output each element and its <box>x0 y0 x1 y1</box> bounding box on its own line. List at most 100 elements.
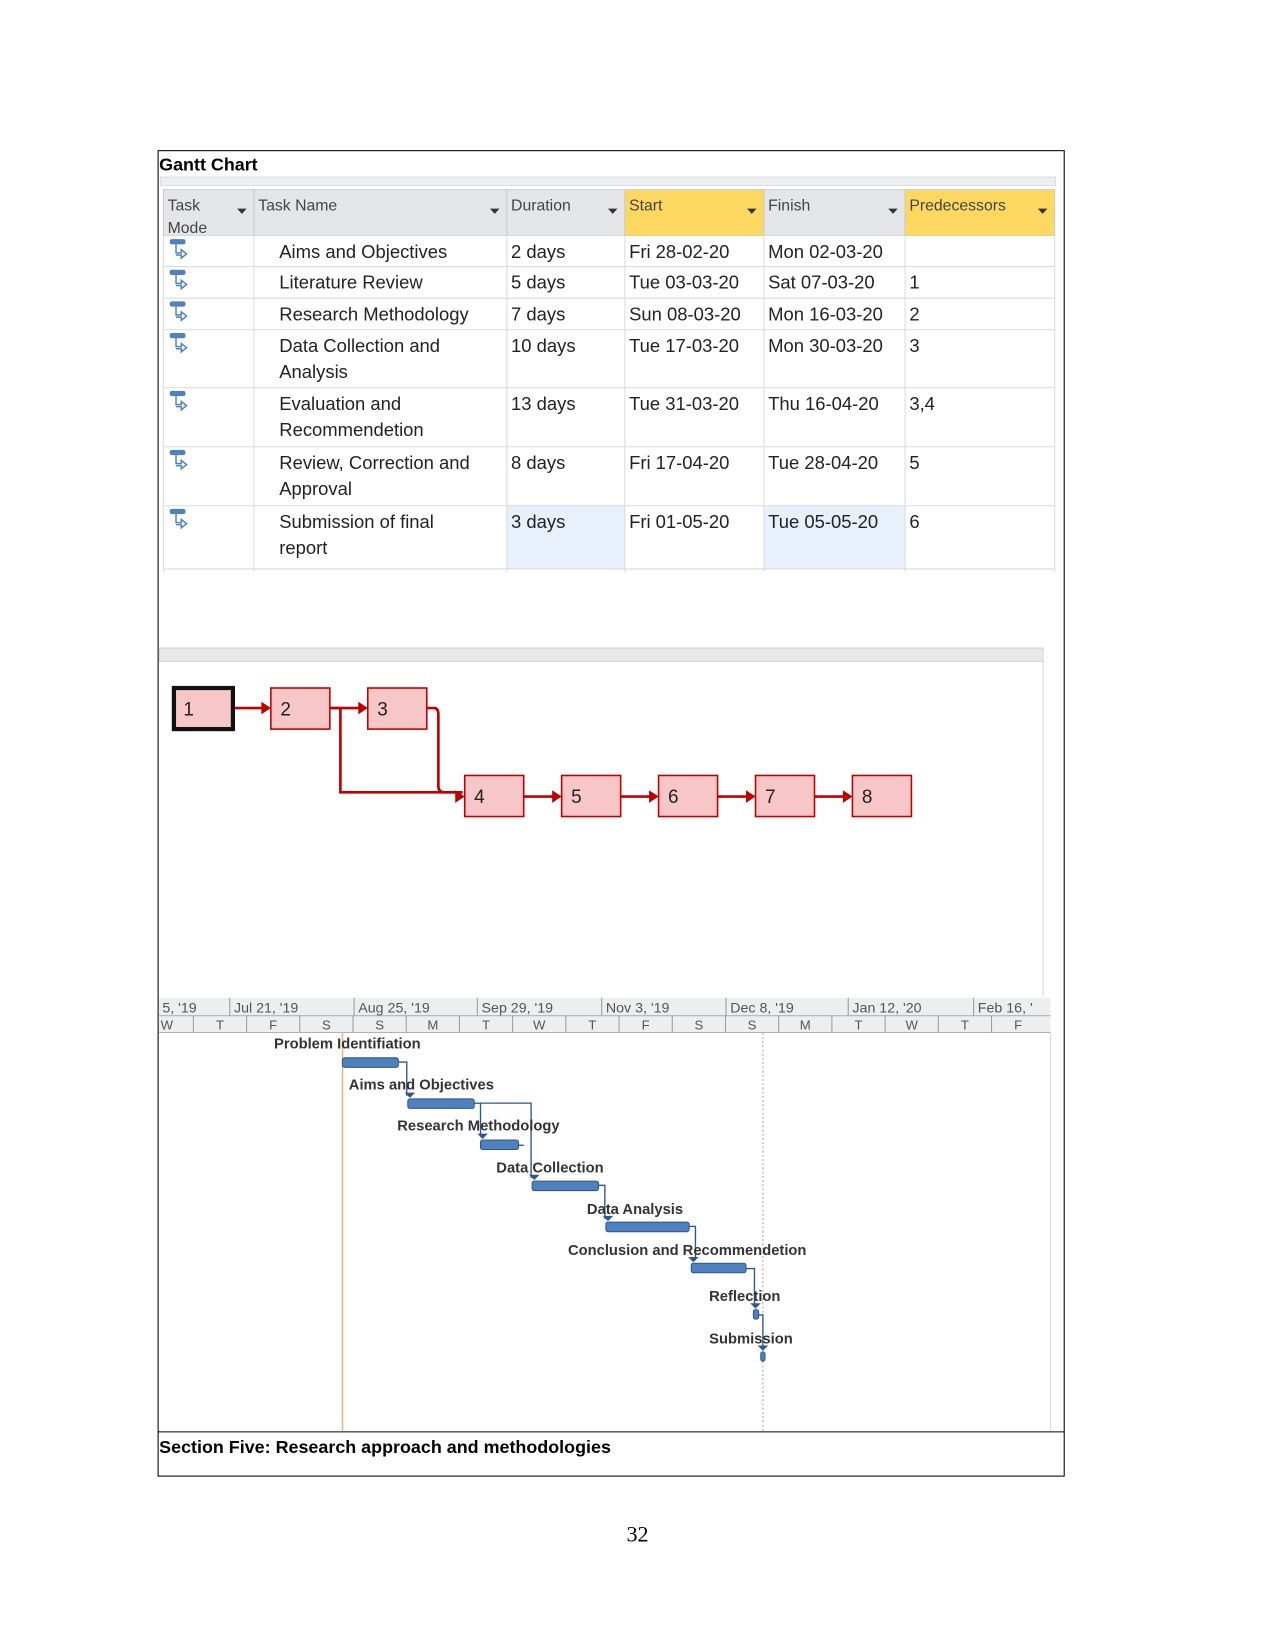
task-table: Task Mode Task Name Duration Start Finish Pred… <box>162 189 1056 573</box>
predecessors-cell: 3 <box>909 335 919 356</box>
timescale-minor-label: T <box>588 1017 596 1032</box>
network-node-label: 4 <box>474 787 485 808</box>
duration-cell: 5 days <box>511 272 565 293</box>
timescale-minor-label: T <box>216 1017 224 1032</box>
toolbar-strip <box>159 176 1057 186</box>
page-number: 32 <box>626 1521 648 1546</box>
column-header-label: Task Name <box>258 198 337 215</box>
start-cell: Fri 01-05-20 <box>629 511 729 532</box>
timescale-minor-label: S <box>322 1017 331 1032</box>
timescale-minor-label: W <box>161 1017 174 1032</box>
timescale-major-label: Aug 25, '19 <box>358 1001 430 1017</box>
column-header-label: Predecessors <box>909 198 1006 215</box>
task-name-cell: Research Methodology <box>279 303 469 324</box>
task-name-cell: Review, Correction and <box>279 452 469 473</box>
icon-bar <box>169 449 186 456</box>
duration-cell: 8 days <box>511 452 565 473</box>
predecessors-cell: 6 <box>909 511 919 532</box>
predecessors-cell: 5 <box>909 452 919 473</box>
icon-bar <box>169 332 186 339</box>
task-name-cell: Analysis <box>279 361 348 382</box>
start-cell: Sun 08-03-20 <box>629 303 741 324</box>
duration-cell: 13 days <box>511 393 576 414</box>
start-cell: Tue 31-03-20 <box>629 393 739 414</box>
gantt-task-label: Aims and Objectives <box>349 1077 494 1093</box>
start-cell: Tue 17-03-20 <box>629 335 739 356</box>
duration-cell: 10 days <box>511 335 576 356</box>
task-name-cell: Approval <box>279 478 352 499</box>
timescale-minor-label: F <box>642 1017 650 1032</box>
network-node-label: 6 <box>668 787 679 808</box>
gantt-task-bar[interactable] <box>479 1139 519 1151</box>
finish-cell: Tue 05-05-20 <box>768 511 878 532</box>
duration-cell: 2 days <box>511 241 565 262</box>
view-splitter[interactable] <box>158 647 1044 663</box>
timescale-major-label: Jan 12, '20 <box>852 1001 921 1017</box>
icon-bar <box>169 508 186 515</box>
gantt-task-label: Conclusion and Recommendetion <box>568 1243 806 1259</box>
network-node[interactable]: 3 <box>366 687 428 730</box>
timescale-minor-label: F <box>1014 1017 1022 1032</box>
predecessors-cell: 1 <box>909 272 919 293</box>
network-node-label: 7 <box>765 787 776 808</box>
start-cell: Fri 17-04-20 <box>629 452 729 473</box>
timescale-major-label: Jul 21, '19 <box>234 1001 298 1017</box>
network-node-label: 1 <box>183 699 194 720</box>
network-node[interactable]: 6 <box>657 774 719 818</box>
gantt-task-label: Data Analysis <box>587 1202 683 1218</box>
column-header-label: Finish <box>768 198 810 215</box>
task-name-cell: Aims and Objectives <box>279 241 447 262</box>
network-node-label: 2 <box>280 699 291 720</box>
gantt-task-label: Reflection <box>709 1289 780 1305</box>
icon-bar <box>169 390 186 397</box>
network-node[interactable]: 1 <box>171 685 236 732</box>
table-row[interactable]: Literature Review 5 days Tue 03-03-20 Sat 0… <box>169 269 920 293</box>
column-header-label: Duration <box>511 198 571 215</box>
gantt-task-bar[interactable] <box>531 1180 600 1192</box>
timescale-minor-label: W <box>905 1017 918 1032</box>
timescale-minor-label: T <box>961 1017 969 1032</box>
gantt-task-bar[interactable] <box>605 1221 690 1233</box>
network-node[interactable]: 5 <box>560 774 622 818</box>
figure-title: Gantt Chart <box>159 155 258 175</box>
start-cell: Tue 03-03-20 <box>629 272 739 293</box>
network-node[interactable]: 2 <box>270 687 331 730</box>
duration-cell: 3 days <box>511 511 565 532</box>
icon-bar <box>169 239 186 245</box>
timescale-major-label: 5, '19 <box>162 1001 196 1017</box>
gantt-task-bar[interactable] <box>407 1098 475 1109</box>
timescale-minor-label: M <box>800 1017 811 1032</box>
gantt-task-bar[interactable] <box>690 1262 747 1274</box>
timescale-minor-label: F <box>269 1017 277 1032</box>
gantt-task-label: Data Collection <box>496 1161 603 1177</box>
network-node[interactable]: 7 <box>754 774 816 818</box>
timescale-minor-label: S <box>694 1017 703 1032</box>
timescale-major-label: Feb 16, ' <box>978 1001 1033 1017</box>
gantt-task-bar[interactable] <box>752 1309 760 1320</box>
gantt-task-bar[interactable] <box>760 1351 766 1362</box>
finish-cell: Tue 28-04-20 <box>768 452 878 473</box>
start-cell: Fri 28-02-20 <box>629 241 729 262</box>
task-name-cell: Data Collection and <box>279 335 440 356</box>
timescale-minor-label: S <box>748 1017 757 1032</box>
finish-cell: Mon 02-03-20 <box>768 241 883 262</box>
network-node-label: 5 <box>571 787 582 808</box>
table-row[interactable]: Research Methodology 7 days Sun 08-03-20 Mo… <box>169 301 920 324</box>
timescale-major-label: Nov 3, '19 <box>606 1001 670 1017</box>
network-node[interactable]: 8 <box>851 774 913 818</box>
finish-cell: Mon 16-03-20 <box>768 303 883 324</box>
timescale-minor-label: S <box>375 1017 384 1032</box>
network-node[interactable]: 4 <box>463 774 525 818</box>
timescale-minor-label: T <box>854 1017 862 1032</box>
document-page: Gantt Chart Task Mode Task Name Duration Sta… <box>157 150 1065 1546</box>
task-name-cell: Submission of final <box>279 511 434 532</box>
predecessors-cell: 2 <box>909 303 919 324</box>
task-name-cell: report <box>279 537 327 558</box>
gantt-task-bar[interactable] <box>341 1057 399 1068</box>
icon-bar <box>169 269 186 275</box>
timescale-major-label: Dec 8, '19 <box>730 1001 794 1017</box>
icon-bar <box>169 301 186 307</box>
network-node-label: 8 <box>862 787 873 808</box>
gantt-task-label: Problem Identifiation <box>274 1036 421 1052</box>
timescale-minor-label: W <box>533 1017 546 1032</box>
